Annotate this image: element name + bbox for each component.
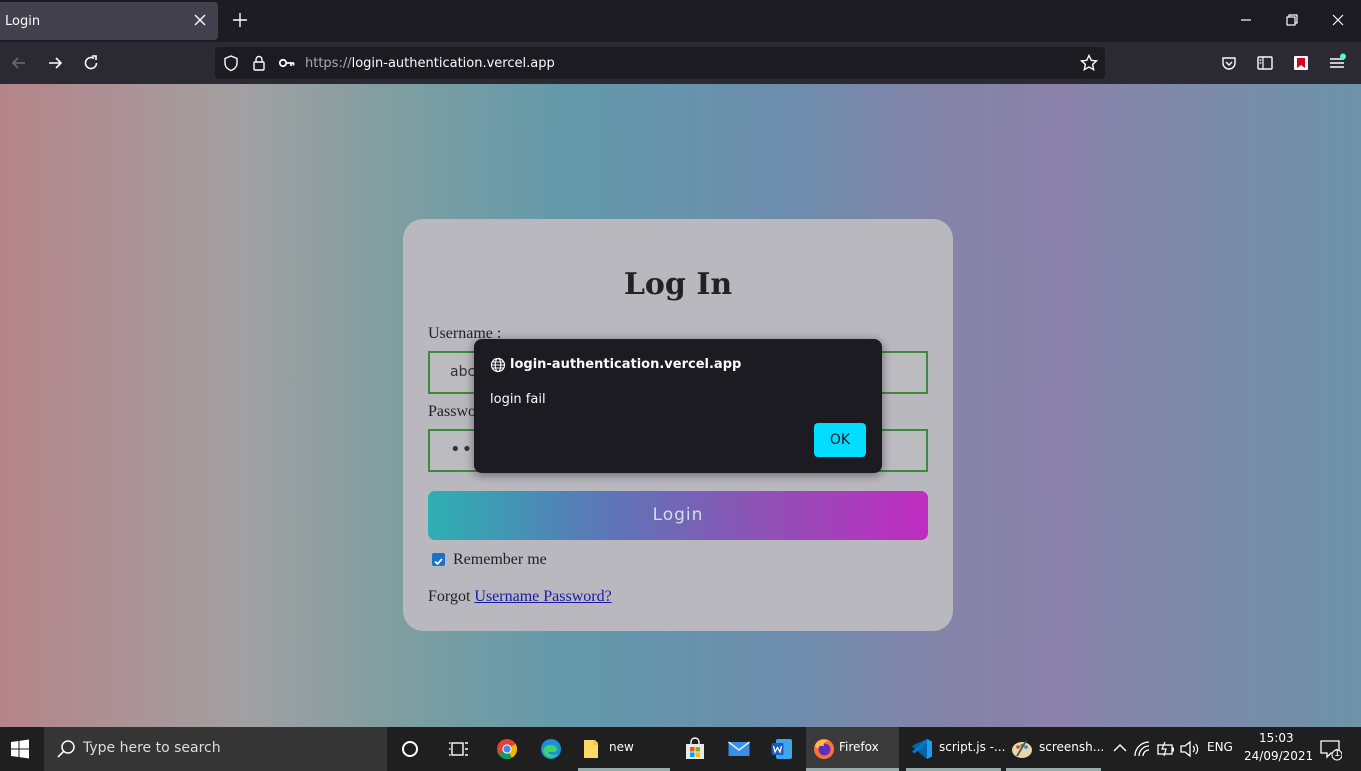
taskbar-item-label[interactable]: new — [609, 740, 634, 754]
page-title: Log In — [623, 267, 733, 302]
windows-start-icon[interactable] — [8, 737, 32, 761]
alert-dialog: login-authentication.vercel.app login fa… — [474, 339, 882, 473]
remember-me-label[interactable]: Remember me — [453, 551, 547, 569]
task-view-icon[interactable] — [447, 737, 471, 761]
key-icon[interactable] — [277, 53, 297, 73]
search-icon — [57, 740, 75, 758]
reload-icon[interactable] — [81, 53, 101, 73]
navigation-bar: https://login-authentication.vercel.app — [0, 42, 1361, 84]
volume-icon[interactable] — [1177, 737, 1201, 761]
language-indicator[interactable]: ENG — [1207, 740, 1233, 754]
dialog-message: login fail — [490, 392, 546, 407]
close-window-icon[interactable] — [1328, 10, 1348, 30]
store-icon[interactable] — [683, 737, 707, 761]
globe-icon — [490, 357, 506, 373]
taskbar-search[interactable]: Type here to search — [44, 727, 387, 771]
tab-title: Login — [5, 14, 41, 29]
close-tab-icon[interactable] — [190, 10, 210, 30]
ok-button[interactable]: OK — [814, 423, 866, 457]
chevron-up-icon[interactable] — [1108, 737, 1132, 761]
shield-icon[interactable] — [221, 53, 241, 73]
new-tab-icon[interactable] — [230, 10, 250, 30]
paint-icon[interactable] — [1010, 737, 1034, 761]
lock-icon[interactable] — [249, 53, 269, 73]
forgot-text: Forgot Username Password? — [428, 588, 612, 606]
back-icon[interactable] — [9, 53, 29, 73]
taskbar-item-label[interactable]: Firefox — [839, 740, 879, 754]
battery-icon[interactable] — [1154, 737, 1178, 761]
restore-icon[interactable] — [1282, 10, 1302, 30]
minimize-icon[interactable] — [1236, 10, 1256, 30]
folder-icon[interactable] — [580, 737, 604, 761]
tab-bar: Login — [0, 0, 1361, 42]
browser-tab[interactable]: Login — [0, 2, 218, 40]
taskbar-item-label[interactable]: script.js -... — [939, 740, 1005, 754]
checkmark-icon — [434, 558, 443, 566]
bookmark-star-icon[interactable] — [1079, 53, 1099, 73]
taskbar-item-label[interactable]: screensh... — [1039, 740, 1104, 754]
extension-icon[interactable] — [1291, 53, 1311, 73]
word-icon[interactable] — [770, 737, 794, 761]
forgot-prefix: Forgot — [428, 588, 475, 605]
pocket-icon[interactable] — [1219, 53, 1239, 73]
menu-icon[interactable] — [1327, 53, 1347, 73]
url-protocol: https:// — [305, 56, 352, 71]
sidebar-icon[interactable] — [1255, 53, 1275, 73]
dialog-title: login-authentication.vercel.app — [510, 357, 742, 372]
mail-icon[interactable] — [727, 737, 751, 761]
chrome-icon[interactable] — [495, 737, 519, 761]
remember-me-checkbox[interactable] — [432, 553, 445, 566]
url-text[interactable]: https://login-authentication.vercel.app — [305, 56, 555, 71]
username-value: abc — [450, 364, 476, 380]
url-host: login-authentication.vercel.app — [351, 56, 555, 71]
search-placeholder: Type here to search — [83, 740, 221, 756]
taskbar: Type here to search new Firefox script.j… — [0, 727, 1361, 771]
network-icon[interactable] — [1131, 737, 1155, 761]
clock-time[interactable]: 15:03 — [1259, 731, 1294, 745]
login-button[interactable]: Login — [428, 491, 928, 540]
edge-icon[interactable] — [539, 737, 563, 761]
firefox-icon[interactable] — [812, 737, 836, 761]
clock-date[interactable]: 24/09/2021 — [1244, 749, 1313, 763]
url-bar[interactable]: https://login-authentication.vercel.app — [215, 47, 1105, 79]
cortana-icon[interactable] — [398, 737, 422, 761]
vscode-icon[interactable] — [910, 737, 934, 761]
notification-count: 1 — [1334, 748, 1341, 759]
forward-icon[interactable] — [45, 53, 65, 73]
forgot-link[interactable]: Username Password? — [474, 588, 611, 605]
